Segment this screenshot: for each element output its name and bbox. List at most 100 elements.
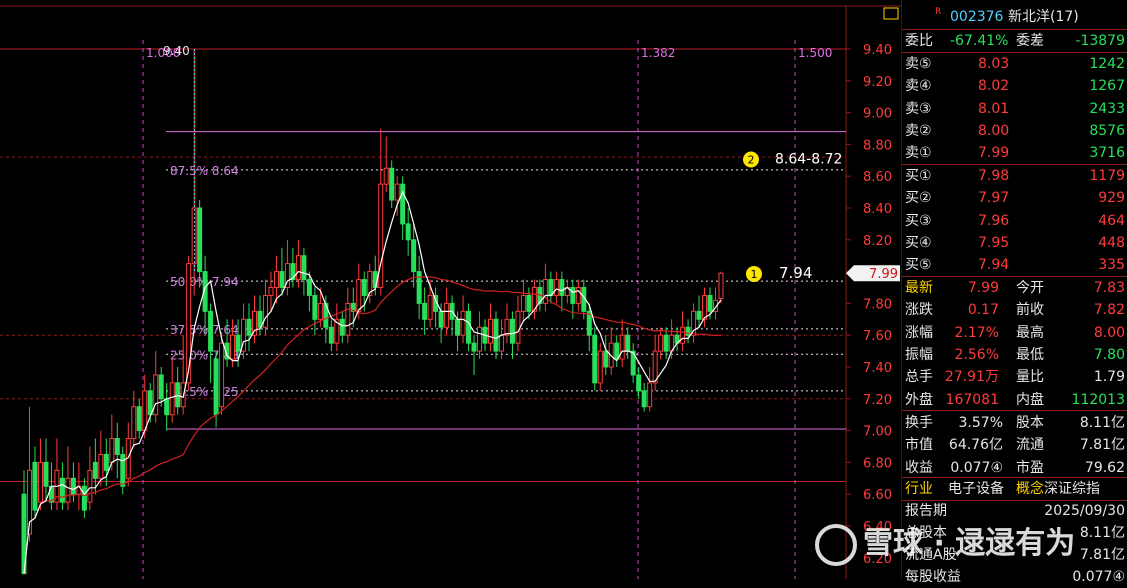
stock-code[interactable]: 002376 [950,6,1003,28]
candle-body[interactable] [328,326,334,344]
candle-body[interactable] [471,342,477,352]
candle-body[interactable] [186,263,192,384]
candle-body[interactable] [153,374,159,416]
candle-body[interactable] [59,477,65,503]
candle-body[interactable] [641,390,647,408]
candle-body[interactable] [575,287,581,304]
window-toggle-icon[interactable] [883,7,899,20]
candle-body[interactable] [520,294,526,312]
candle-body[interactable] [356,279,362,312]
candle-body[interactable] [416,271,422,304]
target-2-label: 8.64-8.72 [775,151,842,167]
candle-body[interactable] [98,453,104,479]
candle-body[interactable] [81,485,87,511]
candle-body[interactable] [422,302,428,320]
candle-body[interactable] [400,183,406,225]
candle-body[interactable] [32,461,38,511]
candle-body[interactable] [317,302,323,320]
candle-body[interactable] [252,310,258,336]
candle-body[interactable] [164,398,170,416]
candle-body[interactable] [142,390,148,432]
candle-body[interactable] [301,255,307,281]
sell-row: 卖② 8.00 8576 [902,120,1127,142]
candle-body[interactable] [460,310,466,336]
candle-body[interactable] [487,318,493,344]
candle-body[interactable] [647,382,653,408]
candle-body[interactable] [175,382,181,408]
candle-body[interactable] [597,350,603,384]
candle-body[interactable] [663,334,669,352]
candle-body[interactable] [427,294,433,320]
candle-body[interactable] [592,334,598,384]
candle-body[interactable] [219,342,225,408]
candle-body[interactable] [37,461,43,503]
candle-body[interactable] [707,294,713,312]
candle-body[interactable] [405,223,411,241]
candle-body[interactable] [680,326,686,344]
candle-body[interactable] [262,294,268,328]
candle-body[interactable] [103,453,109,471]
candle-body[interactable] [389,167,395,201]
candle-body[interactable] [383,167,389,185]
candle-body[interactable] [87,469,93,503]
candle-body[interactable] [120,453,126,487]
kline-chart[interactable]: 9.409.209.008.808.608.408.208.007.807.60… [0,0,902,579]
candle-body[interactable] [444,302,450,328]
candle-body[interactable] [394,183,400,201]
candle-body[interactable] [542,279,548,304]
candle-body[interactable] [197,207,203,273]
candle-body[interactable] [92,461,98,479]
candle-body[interactable] [131,406,137,440]
candle-body[interactable] [268,287,274,296]
candle-body[interactable] [65,477,71,503]
candle-body[interactable] [345,302,351,336]
candle-body[interactable] [114,438,120,455]
candle-body[interactable] [295,255,301,281]
candle-body[interactable] [455,318,461,336]
candle-body[interactable] [526,294,532,312]
candle-body[interactable] [570,287,576,304]
candle-body[interactable] [553,279,559,296]
candle-body[interactable] [696,310,702,320]
candle-body[interactable] [273,271,279,289]
candle-body[interactable] [191,207,197,265]
candle-body[interactable] [625,334,631,352]
candle-body[interactable] [43,461,49,487]
candle-body[interactable] [619,334,625,360]
candle-body[interactable] [515,310,521,344]
candle-body[interactable] [279,271,285,289]
candle-body[interactable] [208,310,214,352]
candle-body[interactable] [312,294,318,320]
candle-body[interactable] [147,390,153,416]
candle-body[interactable] [109,438,115,463]
candle-body[interactable] [477,326,483,352]
candle-body[interactable] [411,239,417,273]
candle-body[interactable] [339,318,345,336]
candle-body[interactable] [246,318,252,336]
candle-body[interactable] [718,272,724,300]
candle-body[interactable] [158,374,164,400]
candle-body[interactable] [509,318,515,344]
candle-body[interactable] [306,279,312,296]
candle-body[interactable] [213,358,219,416]
candle-body[interactable] [136,406,142,432]
candle-body[interactable] [603,350,609,368]
candle-body[interactable] [614,342,620,360]
candle-body[interactable] [361,279,367,296]
candle-body[interactable] [466,310,472,344]
candle-body[interactable] [504,318,510,336]
candle-body[interactable] [70,477,76,495]
candle-body[interactable] [652,350,658,384]
candle-body[interactable] [559,279,565,296]
candle-body[interactable] [636,374,642,392]
candle-body[interactable] [493,318,499,352]
candle-body[interactable] [235,334,241,352]
candle-body[interactable] [169,382,175,416]
candle-body[interactable] [658,334,664,352]
candle-body[interactable] [498,334,504,352]
candle-body[interactable] [702,294,708,320]
candle-body[interactable] [230,334,236,360]
candle-body[interactable] [685,326,691,336]
stock-name[interactable]: 新北洋(17) [1008,6,1079,28]
candle-body[interactable] [438,310,444,328]
